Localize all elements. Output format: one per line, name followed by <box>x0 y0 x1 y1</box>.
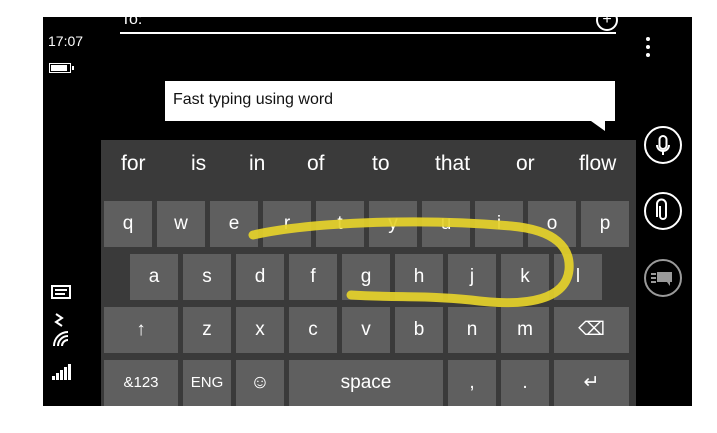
microphone-icon[interactable] <box>644 126 682 164</box>
status-icons <box>51 285 71 380</box>
to-field-label: To: <box>121 17 143 28</box>
to-field-underline[interactable] <box>120 32 616 34</box>
add-recipient-icon[interactable]: + <box>596 17 618 31</box>
signal-icon <box>52 364 71 380</box>
more-menu-icon[interactable] <box>645 37 651 61</box>
data-transfer-icon <box>54 313 64 327</box>
compose-text: Fast typing using word <box>173 91 334 108</box>
compose-bubble[interactable]: Fast typing using word <box>165 81 615 121</box>
swipe-trail <box>248 217 574 308</box>
message-icon[interactable] <box>644 259 682 297</box>
status-time: 17:07 <box>48 33 84 49</box>
wifi-icon <box>53 331 69 347</box>
keyboard: for is in of to that or flow q w e r t y… <box>101 140 636 406</box>
phone-screen: 17:07 To: + Fast typing using word for i… <box>43 17 692 406</box>
compose-bubble-tail <box>591 121 605 131</box>
message-status-icon <box>51 285 71 299</box>
paperclip-icon[interactable] <box>644 192 682 230</box>
battery-icon <box>49 63 74 73</box>
